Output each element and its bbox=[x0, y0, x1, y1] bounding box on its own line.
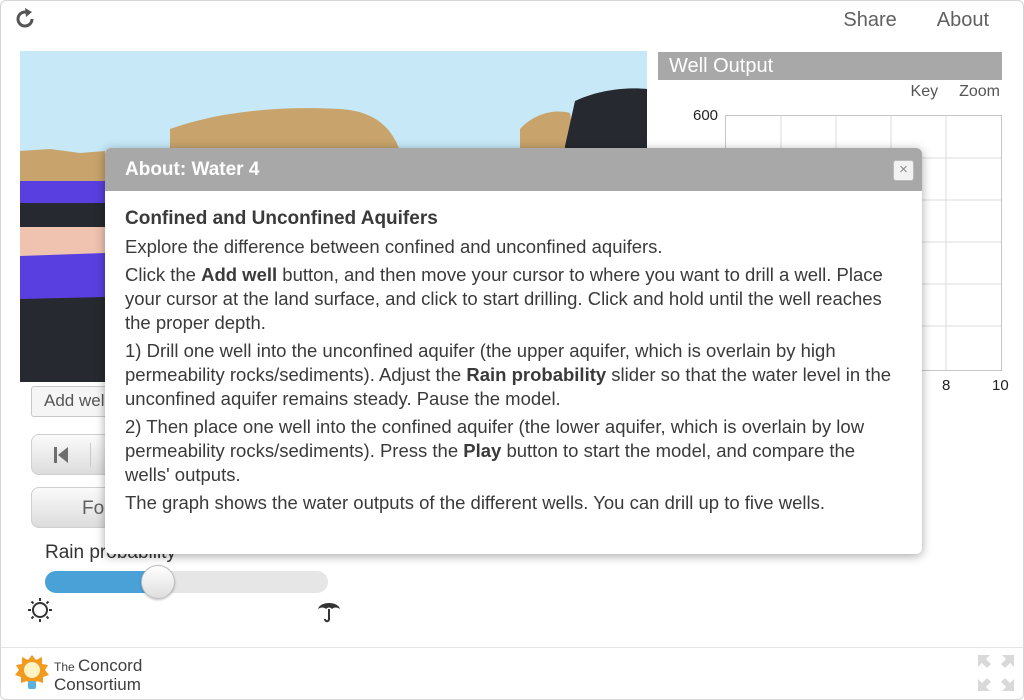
logo-consortium: Consortium bbox=[54, 675, 141, 694]
app-frame: Share About Add well Rain Well Output Ke… bbox=[0, 0, 1024, 700]
about-dialog: About: Water 4 × Confined and Unconfined… bbox=[105, 148, 922, 554]
dialog-paragraph-4: The graph shows the water outputs of the… bbox=[125, 492, 825, 513]
dialog-paragraph-1: Click the Add well button, and then move… bbox=[125, 264, 883, 333]
footer-divider bbox=[1, 647, 1023, 648]
graph-key-button[interactable]: Key bbox=[911, 83, 939, 101]
graph-tools: Key Zoom bbox=[911, 83, 1000, 101]
x-tick-8: 8 bbox=[942, 377, 951, 394]
top-nav: Share About bbox=[843, 9, 989, 32]
playback-separator bbox=[90, 443, 91, 467]
slider-handle[interactable] bbox=[141, 565, 176, 599]
graph-title: Well Output bbox=[658, 52, 1002, 80]
dialog-body: Confined and Unconfined Aquifers Explore… bbox=[105, 191, 922, 515]
dialog-title: About: Water 4 bbox=[105, 148, 922, 191]
dialog-paragraph-2: 1) Drill one well into the unconfined aq… bbox=[125, 340, 892, 409]
y-axis-max-label: 600 bbox=[693, 107, 719, 124]
dialog-paragraph-3: 2) Then place one well into the confined… bbox=[125, 416, 865, 485]
rain-probability-slider[interactable] bbox=[45, 565, 328, 599]
logo-the: The bbox=[54, 660, 75, 674]
sun-icon bbox=[28, 598, 52, 622]
share-link[interactable]: Share bbox=[843, 9, 896, 32]
logo-concord: Concord bbox=[78, 656, 143, 675]
close-icon[interactable]: × bbox=[893, 160, 914, 181]
concord-consortium-logo[interactable]: The Concord Consortium bbox=[13, 653, 142, 698]
rewind-icon[interactable] bbox=[51, 445, 71, 465]
about-link[interactable]: About bbox=[937, 9, 989, 32]
umbrella-icon bbox=[318, 603, 340, 623]
reload-icon[interactable] bbox=[13, 7, 37, 31]
dialog-heading: Confined and Unconfined Aquifers bbox=[125, 208, 438, 229]
lightbulb-logo-icon bbox=[15, 655, 49, 689]
logo-text: The Concord Consortium bbox=[54, 657, 142, 693]
x-tick-10: 10 bbox=[992, 377, 1009, 394]
dialog-intro: Explore the difference between confined … bbox=[125, 236, 663, 257]
fullscreen-icon[interactable] bbox=[977, 654, 1015, 692]
graph-zoom-button[interactable]: Zoom bbox=[959, 83, 1000, 101]
